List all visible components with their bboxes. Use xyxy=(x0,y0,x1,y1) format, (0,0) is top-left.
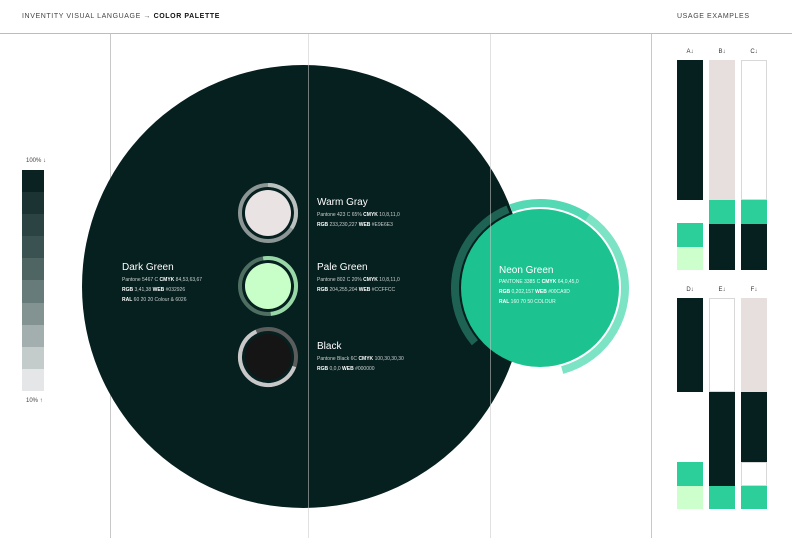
pale-green-swatch xyxy=(238,256,298,316)
neon-green-spec-3: RAL 160 70 50 COLOUR xyxy=(499,299,556,305)
usage-d-dark xyxy=(677,298,703,392)
usage-label-a: A↓ xyxy=(686,49,694,55)
grid-line-4 xyxy=(651,34,652,538)
warm-gray-title: Warm Gray xyxy=(317,197,368,208)
tint-step-1 xyxy=(22,170,44,193)
grid-line-3 xyxy=(490,34,491,538)
usage-examples-title: USAGE EXAMPLES xyxy=(677,13,750,20)
usage-label-f: F↓ xyxy=(750,287,758,293)
neon-green-spec-2: RGB 0,202,157 WEB #00CA9D xyxy=(499,289,570,295)
black-spec-2: RGB 0,0,0 WEB #000000 xyxy=(317,366,375,372)
tint-step-8 xyxy=(22,324,44,347)
usage-label-c: C↓ xyxy=(750,49,758,55)
usage-a-neon xyxy=(677,223,703,247)
scale-bottom-label: 10% ↑ xyxy=(26,398,43,404)
usage-f-dark xyxy=(741,392,767,462)
dark-green-title: Dark Green xyxy=(122,262,174,273)
usage-label-d: D↓ xyxy=(686,287,694,293)
usage-f-white xyxy=(741,462,767,486)
usage-e-dark xyxy=(709,392,735,486)
grid-line-2 xyxy=(308,34,309,538)
usage-f-gray xyxy=(741,298,767,392)
tint-step-9 xyxy=(22,346,44,369)
breadcrumb-root[interactable]: INVENTITY VISUAL LANGUAGE xyxy=(22,13,141,20)
tint-step-10 xyxy=(22,368,44,391)
usage-b-gray xyxy=(709,60,735,200)
tint-scale xyxy=(22,170,44,391)
warm-gray-swatch xyxy=(238,183,298,243)
tint-step-3 xyxy=(22,214,44,237)
usage-e-white xyxy=(709,298,735,392)
usage-f-neon xyxy=(741,486,767,509)
page-title: COLOR PALETTE xyxy=(153,13,220,20)
header-divider xyxy=(0,33,792,34)
usage-e-neon xyxy=(709,486,735,509)
scale-top-label: 100% ↓ xyxy=(26,158,47,164)
dark-green-spec-3: RAL 60 20 20 Colour & 6026 xyxy=(122,297,187,303)
usage-b-neon xyxy=(709,200,735,224)
pale-green-spec-2: RGB 204,255,204 WEB #CCFFCC xyxy=(317,287,396,293)
tint-step-7 xyxy=(22,302,44,325)
usage-a-dark xyxy=(677,60,703,200)
dark-green-spec-1: Pantone 5467 C CMYK 84,53,63,67 xyxy=(122,277,203,283)
black-spec-1: Pantone Black 6C CMYK 100,30,30,30 xyxy=(317,356,404,362)
breadcrumb: INVENTITY VISUAL LANGUAGE → COLOR PALETT… xyxy=(22,13,220,20)
tint-step-4 xyxy=(22,236,44,259)
warm-gray-spec-1: Pantone 423 C 65% CMYK 10,8,11,0 xyxy=(317,212,400,218)
pale-green-title: Pale Green xyxy=(317,262,368,273)
pale-green-spec-1: Pantone 802 C 20% CMYK 10,8,11,0 xyxy=(317,277,400,283)
neon-green-spec-1: PANTONE 3385 C CMYK 64,0,45,0 xyxy=(499,279,579,285)
usage-c-dark xyxy=(741,224,767,270)
usage-c-neon xyxy=(741,200,767,224)
warm-gray-spec-2: RGB 233,230,227 WEB #E9E6E3 xyxy=(317,222,393,228)
black-swatch xyxy=(238,327,298,387)
usage-label-e: E↓ xyxy=(718,287,726,293)
dark-green-spec-2: RGB 3,41,38 WEB #032926 xyxy=(122,287,186,293)
tint-step-6 xyxy=(22,280,44,303)
black-title: Black xyxy=(317,341,342,352)
usage-a-pale xyxy=(677,247,703,270)
breadcrumb-arrow: → xyxy=(143,13,152,20)
usage-d-pale xyxy=(677,486,703,509)
neon-green-title: Neon Green xyxy=(499,265,554,276)
tint-step-5 xyxy=(22,258,44,281)
tint-step-2 xyxy=(22,192,44,215)
usage-b-dark xyxy=(709,224,735,270)
usage-c-white xyxy=(741,60,767,200)
usage-label-b: B↓ xyxy=(718,49,726,55)
usage-d-neon xyxy=(677,462,703,486)
